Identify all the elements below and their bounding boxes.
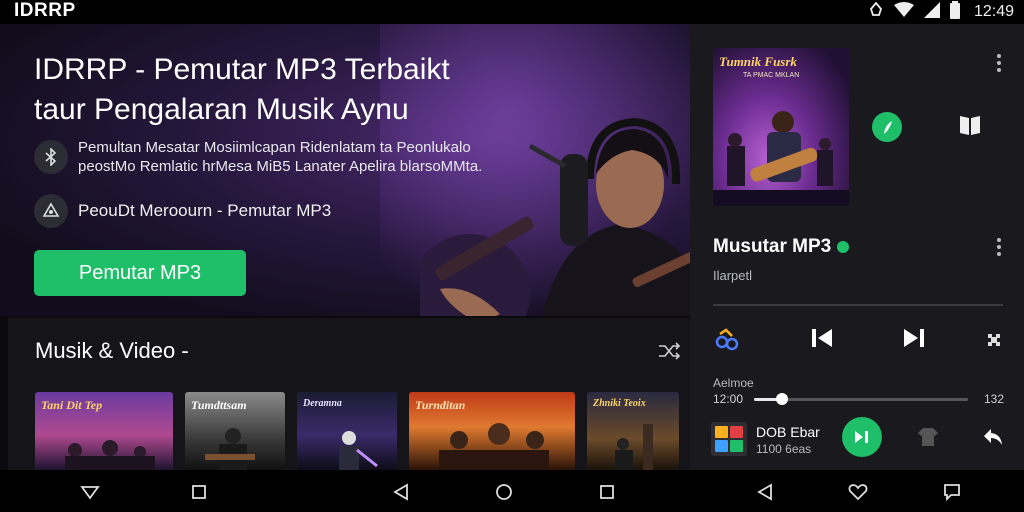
recycle-icon xyxy=(34,194,68,228)
mini-player-art[interactable] xyxy=(711,422,747,456)
hero-description-line2: peostMo Remlatic hrMesa MiB5 Lanater Ape… xyxy=(78,158,483,175)
section-title: Musik & Video - xyxy=(35,338,189,363)
wifi-icon xyxy=(893,1,914,23)
thumbnail-title: Tani Dit Tep xyxy=(41,398,103,412)
signal-icon xyxy=(923,1,940,23)
navigation-bar xyxy=(0,470,1024,512)
hero-subtitle: PeouDt Meroourn - Pemutar MP3 xyxy=(78,201,332,220)
elapsed-label: Aelmoe xyxy=(713,376,754,390)
next-icon[interactable] xyxy=(902,326,926,355)
battery-icon xyxy=(949,0,960,24)
total-time: 132 xyxy=(983,392,1004,406)
thumbnail-list: Tani Dit Tep Tumdttsam Deramna Turnditan… xyxy=(35,392,679,470)
player-panel: Tumnik Fusrk TA PMAC MKLAN Musutar MP3 I… xyxy=(690,24,1024,470)
dropdown-icon[interactable] xyxy=(80,482,100,502)
status-bar: IDRRP 12:49 xyxy=(0,0,1024,24)
book-icon[interactable] xyxy=(958,114,982,141)
mini-player-title: DOB Ebar xyxy=(756,424,820,440)
divider xyxy=(713,304,1003,306)
previous-icon[interactable] xyxy=(810,326,834,355)
hero-title-line2: taur Pengalaran Musik Aynu xyxy=(34,93,409,126)
verified-icon xyxy=(837,241,850,253)
notification-icon xyxy=(868,1,884,23)
thumbnail-title: Zhniki Teoix xyxy=(593,398,646,409)
video-thumbnail[interactable]: Tani Dit Tep xyxy=(35,392,173,470)
elapsed-time: 12:00 xyxy=(713,392,744,406)
progress-knob[interactable] xyxy=(775,393,788,405)
recents-icon[interactable] xyxy=(597,482,617,502)
hero-subtitle-row: PeouDt Meroourn - Pemutar MP3 xyxy=(34,194,331,228)
video-thumbnail[interactable]: Deramna xyxy=(297,392,397,470)
hero-title: IDRRP - Pemutar MP3 Terbaikt taur Pengal… xyxy=(34,50,450,130)
chat-icon[interactable] xyxy=(942,482,962,502)
reply-icon[interactable] xyxy=(982,427,1004,452)
singer-illustration xyxy=(420,117,690,316)
progress-slider[interactable] xyxy=(754,393,968,405)
hero-title-line1: IDRRP - Pemutar MP3 Terbaikt xyxy=(34,53,450,86)
ai-icon[interactable] xyxy=(714,326,740,357)
video-thumbnail[interactable]: Zhniki Teoix xyxy=(587,392,679,470)
bluetooth-icon xyxy=(34,140,68,174)
back-icon[interactable] xyxy=(391,482,411,502)
shirt-icon[interactable] xyxy=(917,426,939,453)
thumbnail-title: Tumdttsam xyxy=(191,398,247,412)
video-thumbnail[interactable]: Turnditan xyxy=(409,392,575,470)
hero-description-line1: Pemultan Mesatar Mosiimlcapan Ridenlatam… xyxy=(78,139,471,156)
status-icons: 12:49 xyxy=(868,0,1014,24)
shuffle-icon[interactable] xyxy=(658,342,681,365)
play-next-icon xyxy=(855,431,868,443)
home-icon[interactable] xyxy=(494,482,514,502)
heart-icon[interactable] xyxy=(848,482,868,502)
track-title-text: Musutar MP3 xyxy=(713,236,832,257)
hero-banner: IDRRP - Pemutar MP3 Terbaikt taur Pengal… xyxy=(0,24,690,316)
video-thumbnail[interactable]: Tumdttsam xyxy=(185,392,285,470)
track-title: Musutar MP3 xyxy=(713,236,850,258)
status-time: 12:49 xyxy=(973,3,1014,20)
thumbnail-title: Turnditan xyxy=(415,398,466,412)
leaf-icon[interactable] xyxy=(872,112,902,142)
track-artist: Ilarpetl xyxy=(713,268,753,283)
thumbnail-title: Deramna xyxy=(303,398,342,409)
pemutar-mp3-button[interactable]: Pemutar MP3 xyxy=(34,250,246,296)
album-art[interactable]: Tumnik Fusrk TA PMAC MKLAN xyxy=(713,48,849,206)
track-more-icon[interactable] xyxy=(996,238,1002,256)
mini-player-subtitle: 1100 6eas xyxy=(756,442,812,456)
album-art-title: Tumnik Fusrk xyxy=(719,54,797,69)
square-icon[interactable] xyxy=(189,482,209,502)
music-video-section: Musik & Video - Tani Dit Tep Tumdttsam D… xyxy=(8,318,690,470)
hero-description: Pemultan Mesatar Mosiimlcapan Ridenlatam… xyxy=(78,138,482,176)
album-more-icon[interactable] xyxy=(996,54,1002,72)
app-name: IDRRP xyxy=(14,0,76,21)
album-art-subtitle: TA PMAC MKLAN xyxy=(743,72,800,79)
back-icon[interactable] xyxy=(755,482,775,502)
settings-icon[interactable] xyxy=(984,330,1004,355)
mini-play-button[interactable] xyxy=(842,417,882,457)
hero-description-row: Pemultan Mesatar Mosiimlcapan Ridenlatam… xyxy=(34,138,482,176)
